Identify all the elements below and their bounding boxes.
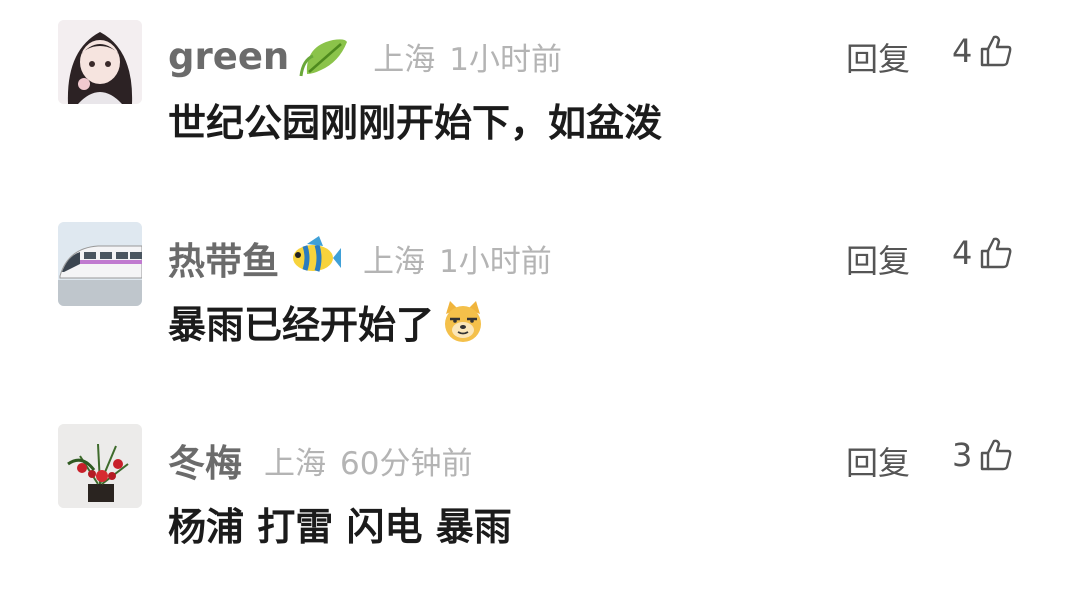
leaf-icon bbox=[299, 39, 348, 77]
username-row: green 上海 1小时前 bbox=[168, 30, 562, 82]
comment-item: 冬梅 上海 60分钟前 回复 3 杨浦 打雷 闪电 暴雨 bbox=[0, 424, 1080, 614]
like-count: 4 bbox=[952, 32, 973, 70]
comment-text: 杨浦 打雷 闪电 暴雨 bbox=[168, 498, 512, 549]
username[interactable]: green bbox=[168, 35, 289, 78]
thumbs-up-icon bbox=[981, 439, 1012, 471]
like-button[interactable]: 4 bbox=[952, 234, 1014, 272]
location: 上海 bbox=[363, 243, 425, 280]
thumbs-up-icon bbox=[981, 237, 1012, 269]
username[interactable]: 热带鱼 bbox=[168, 231, 279, 285]
reply-button[interactable]: 回复 bbox=[846, 236, 910, 282]
reply-button[interactable]: 回复 bbox=[846, 438, 910, 484]
like-button[interactable]: 3 bbox=[952, 436, 1014, 474]
thumbs-up-icon bbox=[981, 35, 1012, 67]
comment-item: green 上海 1小时前 回复 4 世纪公园刚刚开始下，如盆泼 bbox=[0, 20, 1080, 210]
comment-body: 杨浦 打雷 闪电 暴雨 bbox=[168, 504, 512, 549]
like-count: 3 bbox=[952, 436, 973, 474]
location: 上海 bbox=[264, 445, 326, 482]
comment-meta: 上海 1小时前 bbox=[373, 34, 562, 79]
avatar[interactable] bbox=[58, 222, 142, 306]
like-button[interactable]: 4 bbox=[952, 32, 1014, 70]
comment-item: 热带鱼 上海 1小时前 回复 4 暴雨已经开始了 bbox=[0, 222, 1080, 412]
timestamp: 60分钟前 bbox=[340, 445, 473, 482]
timestamp: 1小时前 bbox=[439, 243, 552, 280]
username-row: 热带鱼 上海 1小时前 bbox=[168, 232, 552, 284]
comment-text: 世纪公园刚刚开始下，如盆泼 bbox=[168, 94, 663, 145]
avatar[interactable] bbox=[58, 20, 142, 104]
doge-face-icon bbox=[445, 301, 482, 342]
comment-text: 暴雨已经开始了 bbox=[168, 296, 486, 347]
avatar[interactable] bbox=[58, 424, 142, 508]
location: 上海 bbox=[373, 41, 436, 78]
timestamp: 1小时前 bbox=[449, 41, 562, 78]
comment-body: 暴雨已经开始了 bbox=[168, 302, 435, 347]
tropical-fish-icon bbox=[293, 236, 341, 272]
reply-button[interactable]: 回复 bbox=[846, 34, 910, 80]
comment-body: 世纪公园刚刚开始下，如盆泼 bbox=[168, 100, 663, 145]
username-row: 冬梅 上海 60分钟前 bbox=[168, 434, 472, 486]
like-count: 4 bbox=[952, 234, 973, 272]
username[interactable]: 冬梅 bbox=[168, 433, 242, 487]
comment-meta: 上海 60分钟前 bbox=[264, 438, 472, 483]
comment-meta: 上海 1小时前 bbox=[363, 236, 552, 281]
